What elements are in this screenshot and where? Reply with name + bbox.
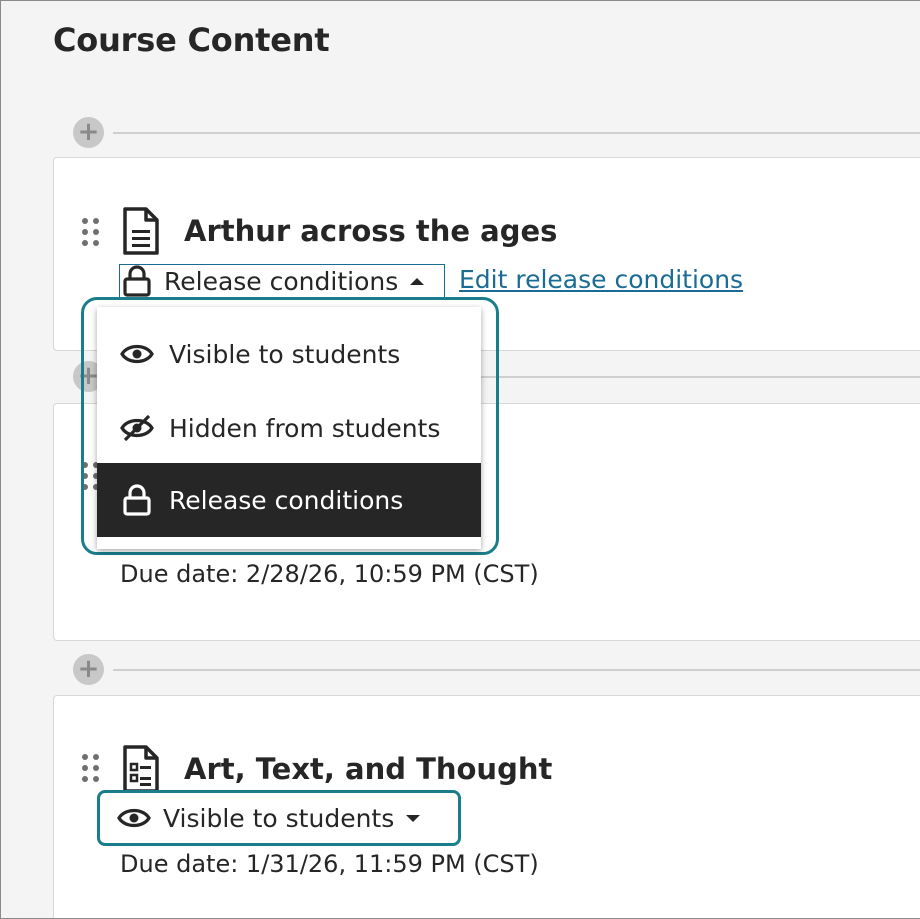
- divider-line: [113, 132, 920, 134]
- divider-line: [113, 669, 920, 671]
- course-content-panel: Course Content + Arthur across the ages …: [0, 0, 920, 919]
- eye-icon: [120, 344, 154, 364]
- menu-item-label: Hidden from students: [169, 413, 441, 443]
- caret-down-icon: [406, 814, 421, 822]
- drag-handle-icon[interactable]: [82, 754, 102, 784]
- lock-icon: [123, 484, 151, 516]
- visibility-dropdown-button[interactable]: Visible to students: [117, 801, 421, 835]
- menu-item-release-conditions[interactable]: Release conditions: [97, 463, 481, 537]
- caret-up-icon: [410, 277, 425, 285]
- menu-item-label: Release conditions: [169, 485, 404, 515]
- add-content-row: +: [73, 654, 920, 685]
- lock-icon: [123, 265, 151, 297]
- add-content-button[interactable]: +: [73, 654, 104, 685]
- visibility-label: Visible to students: [163, 803, 395, 833]
- visibility-menu: Visible to students Hidden from students…: [97, 307, 481, 549]
- add-content-button[interactable]: +: [73, 117, 104, 148]
- item-title[interactable]: Art, Text, and Thought: [184, 752, 552, 786]
- eye-slash-icon: [120, 414, 154, 442]
- due-date: Due date: 1/31/26, 11:59 PM (CST): [120, 850, 539, 878]
- assignment-icon: [123, 745, 159, 793]
- add-content-row: +: [73, 117, 920, 148]
- item-title[interactable]: Arthur across the ages: [184, 214, 557, 248]
- menu-item-hidden[interactable]: Hidden from students: [97, 391, 481, 465]
- menu-item-visible[interactable]: Visible to students: [97, 317, 481, 391]
- edit-release-conditions-link[interactable]: Edit release conditions: [459, 265, 743, 294]
- due-date: Due date: 2/28/26, 10:59 PM (CST): [120, 560, 539, 588]
- drag-handle-icon[interactable]: [82, 218, 102, 248]
- eye-icon: [117, 808, 151, 828]
- visibility-label: Release conditions: [164, 266, 399, 296]
- page-title: Course Content: [53, 21, 330, 59]
- document-icon: [123, 207, 159, 255]
- visibility-dropdown-button[interactable]: Release conditions: [119, 264, 446, 298]
- menu-item-label: Visible to students: [169, 339, 401, 369]
